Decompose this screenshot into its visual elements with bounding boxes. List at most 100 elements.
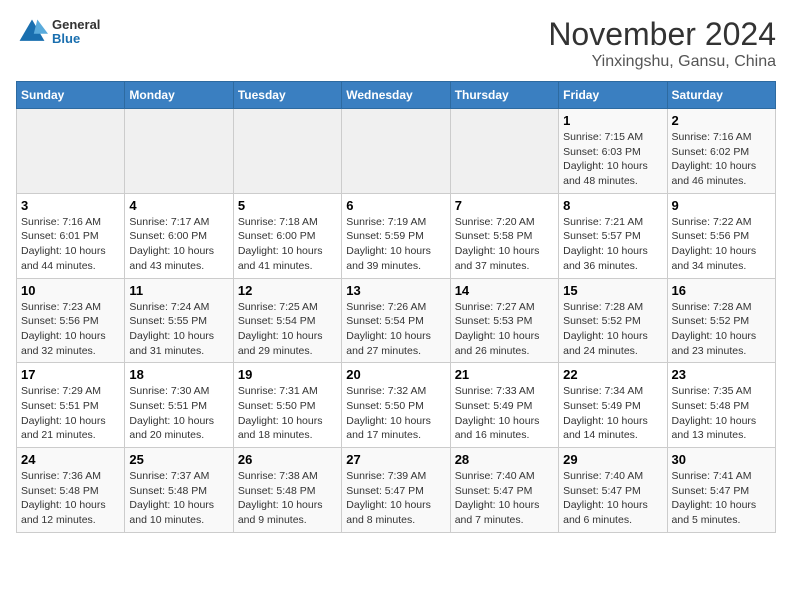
calendar-cell: 3Sunrise: 7:16 AM Sunset: 6:01 PM Daylig… (17, 193, 125, 278)
logo: General Blue (16, 16, 100, 48)
calendar-cell: 15 Sunrise: 7:28 AM Sunset: 5:52 PM Dayli… (559, 278, 667, 363)
calendar-cell: 5 Sunrise: 7:18 AM Sunset: 6:00 PM Daylig… (233, 193, 341, 278)
weekday-header: Friday (559, 82, 667, 109)
day-number: 16 (672, 283, 771, 298)
calendar-cell: 13 Sunrise: 7:26 AM Sunset: 5:54 PM Dayli… (342, 278, 450, 363)
day-info: Sunrise: 7:28 AM Sunset: 5:52 PM Dayligh… (563, 300, 662, 359)
day-number: 20 (346, 367, 445, 382)
day-info: Sunrise: 7:40 AM Sunset: 5:47 PM Dayligh… (563, 469, 662, 528)
calendar-cell (450, 109, 558, 194)
day-info: Sunrise: 7:34 AM Sunset: 5:49 PM Dayligh… (563, 384, 662, 443)
day-number: 12 (238, 283, 337, 298)
day-info: Sunrise: 7:31 AM Sunset: 5:50 PM Dayligh… (238, 384, 337, 443)
calendar-cell: 9Sunrise: 7:22 AM Sunset: 5:56 PM Daylig… (667, 193, 775, 278)
logo-text: General Blue (52, 18, 100, 47)
calendar-cell: 17 Sunrise: 7:29 AM Sunset: 5:51 PM Dayli… (17, 363, 125, 448)
day-number: 13 (346, 283, 445, 298)
calendar-cell: 25Sunrise: 7:37 AM Sunset: 5:48 PM Dayli… (125, 448, 233, 533)
calendar-cell: 21 Sunrise: 7:33 AM Sunset: 5:49 PM Dayli… (450, 363, 558, 448)
calendar-cell (342, 109, 450, 194)
calendar-cell (17, 109, 125, 194)
calendar-cell (233, 109, 341, 194)
day-info: Sunrise: 7:32 AM Sunset: 5:50 PM Dayligh… (346, 384, 445, 443)
calendar-cell (125, 109, 233, 194)
calendar-cell: 8 Sunrise: 7:21 AM Sunset: 5:57 PM Daylig… (559, 193, 667, 278)
day-info: Sunrise: 7:35 AM Sunset: 5:48 PM Dayligh… (672, 384, 771, 443)
day-info: Sunrise: 7:40 AM Sunset: 5:47 PM Dayligh… (455, 469, 554, 528)
weekday-header: Thursday (450, 82, 558, 109)
day-info: Sunrise: 7:28 AM Sunset: 5:52 PM Dayligh… (672, 300, 771, 359)
day-number: 5 (238, 198, 337, 213)
logo-icon (16, 16, 48, 48)
day-info: Sunrise: 7:25 AM Sunset: 5:54 PM Dayligh… (238, 300, 337, 359)
calendar-cell: 16 Sunrise: 7:28 AM Sunset: 5:52 PM Dayli… (667, 278, 775, 363)
calendar-header: SundayMondayTuesdayWednesdayThursdayFrid… (17, 82, 776, 109)
day-number: 14 (455, 283, 554, 298)
calendar-cell: 22 Sunrise: 7:34 AM Sunset: 5:49 PM Dayli… (559, 363, 667, 448)
calendar-cell: 28Sunrise: 7:40 AM Sunset: 5:47 PM Dayli… (450, 448, 558, 533)
calendar-table: SundayMondayTuesdayWednesdayThursdayFrid… (16, 81, 776, 533)
logo-general: General (52, 18, 100, 32)
weekday-row: SundayMondayTuesdayWednesdayThursdayFrid… (17, 82, 776, 109)
day-number: 10 (21, 283, 120, 298)
day-info: Sunrise: 7:26 AM Sunset: 5:54 PM Dayligh… (346, 300, 445, 359)
weekday-header: Wednesday (342, 82, 450, 109)
calendar-cell: 24Sunrise: 7:36 AM Sunset: 5:48 PM Dayli… (17, 448, 125, 533)
day-info: Sunrise: 7:29 AM Sunset: 5:51 PM Dayligh… (21, 384, 120, 443)
day-info: Sunrise: 7:21 AM Sunset: 5:57 PM Dayligh… (563, 215, 662, 274)
day-info: Sunrise: 7:16 AM Sunset: 6:02 PM Dayligh… (672, 130, 771, 189)
day-number: 8 (563, 198, 662, 213)
calendar-cell: 20 Sunrise: 7:32 AM Sunset: 5:50 PM Dayli… (342, 363, 450, 448)
calendar-body: 1Sunrise: 7:15 AM Sunset: 6:03 PM Daylig… (17, 109, 776, 533)
day-number: 18 (129, 367, 228, 382)
day-info: Sunrise: 7:38 AM Sunset: 5:48 PM Dayligh… (238, 469, 337, 528)
day-number: 19 (238, 367, 337, 382)
calendar-week-row: 24Sunrise: 7:36 AM Sunset: 5:48 PM Dayli… (17, 448, 776, 533)
logo-blue: Blue (52, 32, 100, 46)
day-info: Sunrise: 7:24 AM Sunset: 5:55 PM Dayligh… (129, 300, 228, 359)
calendar-cell: 2 Sunrise: 7:16 AM Sunset: 6:02 PM Daylig… (667, 109, 775, 194)
calendar-title: November 2024 (548, 16, 776, 53)
day-number: 2 (672, 113, 771, 128)
calendar-cell: 1Sunrise: 7:15 AM Sunset: 6:03 PM Daylig… (559, 109, 667, 194)
day-info: Sunrise: 7:20 AM Sunset: 5:58 PM Dayligh… (455, 215, 554, 274)
weekday-header: Monday (125, 82, 233, 109)
day-number: 22 (563, 367, 662, 382)
calendar-week-row: 17 Sunrise: 7:29 AM Sunset: 5:51 PM Dayli… (17, 363, 776, 448)
calendar-week-row: 3Sunrise: 7:16 AM Sunset: 6:01 PM Daylig… (17, 193, 776, 278)
calendar-cell: 6 Sunrise: 7:19 AM Sunset: 5:59 PM Daylig… (342, 193, 450, 278)
calendar-cell: 4 Sunrise: 7:17 AM Sunset: 6:00 PM Daylig… (125, 193, 233, 278)
day-info: Sunrise: 7:41 AM Sunset: 5:47 PM Dayligh… (672, 469, 771, 528)
day-number: 7 (455, 198, 554, 213)
day-number: 27 (346, 452, 445, 467)
day-number: 21 (455, 367, 554, 382)
day-info: Sunrise: 7:19 AM Sunset: 5:59 PM Dayligh… (346, 215, 445, 274)
day-info: Sunrise: 7:17 AM Sunset: 6:00 PM Dayligh… (129, 215, 228, 274)
day-info: Sunrise: 7:36 AM Sunset: 5:48 PM Dayligh… (21, 469, 120, 528)
day-info: Sunrise: 7:15 AM Sunset: 6:03 PM Dayligh… (563, 130, 662, 189)
day-info: Sunrise: 7:18 AM Sunset: 6:00 PM Dayligh… (238, 215, 337, 274)
day-number: 11 (129, 283, 228, 298)
weekday-header: Tuesday (233, 82, 341, 109)
weekday-header: Sunday (17, 82, 125, 109)
day-number: 29 (563, 452, 662, 467)
day-number: 17 (21, 367, 120, 382)
calendar-cell: 27 Sunrise: 7:39 AM Sunset: 5:47 PM Dayli… (342, 448, 450, 533)
day-number: 6 (346, 198, 445, 213)
day-info: Sunrise: 7:27 AM Sunset: 5:53 PM Dayligh… (455, 300, 554, 359)
day-number: 30 (672, 452, 771, 467)
calendar-cell: 11 Sunrise: 7:24 AM Sunset: 5:55 PM Dayli… (125, 278, 233, 363)
calendar-cell: 30 Sunrise: 7:41 AM Sunset: 5:47 PM Dayli… (667, 448, 775, 533)
day-number: 9 (672, 198, 771, 213)
calendar-cell: 12 Sunrise: 7:25 AM Sunset: 5:54 PM Dayli… (233, 278, 341, 363)
title-block: November 2024 Yinxingshu, Gansu, China (548, 16, 776, 71)
calendar-week-row: 1Sunrise: 7:15 AM Sunset: 6:03 PM Daylig… (17, 109, 776, 194)
day-info: Sunrise: 7:39 AM Sunset: 5:47 PM Dayligh… (346, 469, 445, 528)
day-number: 26 (238, 452, 337, 467)
day-info: Sunrise: 7:16 AM Sunset: 6:01 PM Dayligh… (21, 215, 120, 274)
day-info: Sunrise: 7:33 AM Sunset: 5:49 PM Dayligh… (455, 384, 554, 443)
day-number: 15 (563, 283, 662, 298)
day-number: 4 (129, 198, 228, 213)
calendar-cell: 10Sunrise: 7:23 AM Sunset: 5:56 PM Dayli… (17, 278, 125, 363)
calendar-cell: 26 Sunrise: 7:38 AM Sunset: 5:48 PM Dayli… (233, 448, 341, 533)
